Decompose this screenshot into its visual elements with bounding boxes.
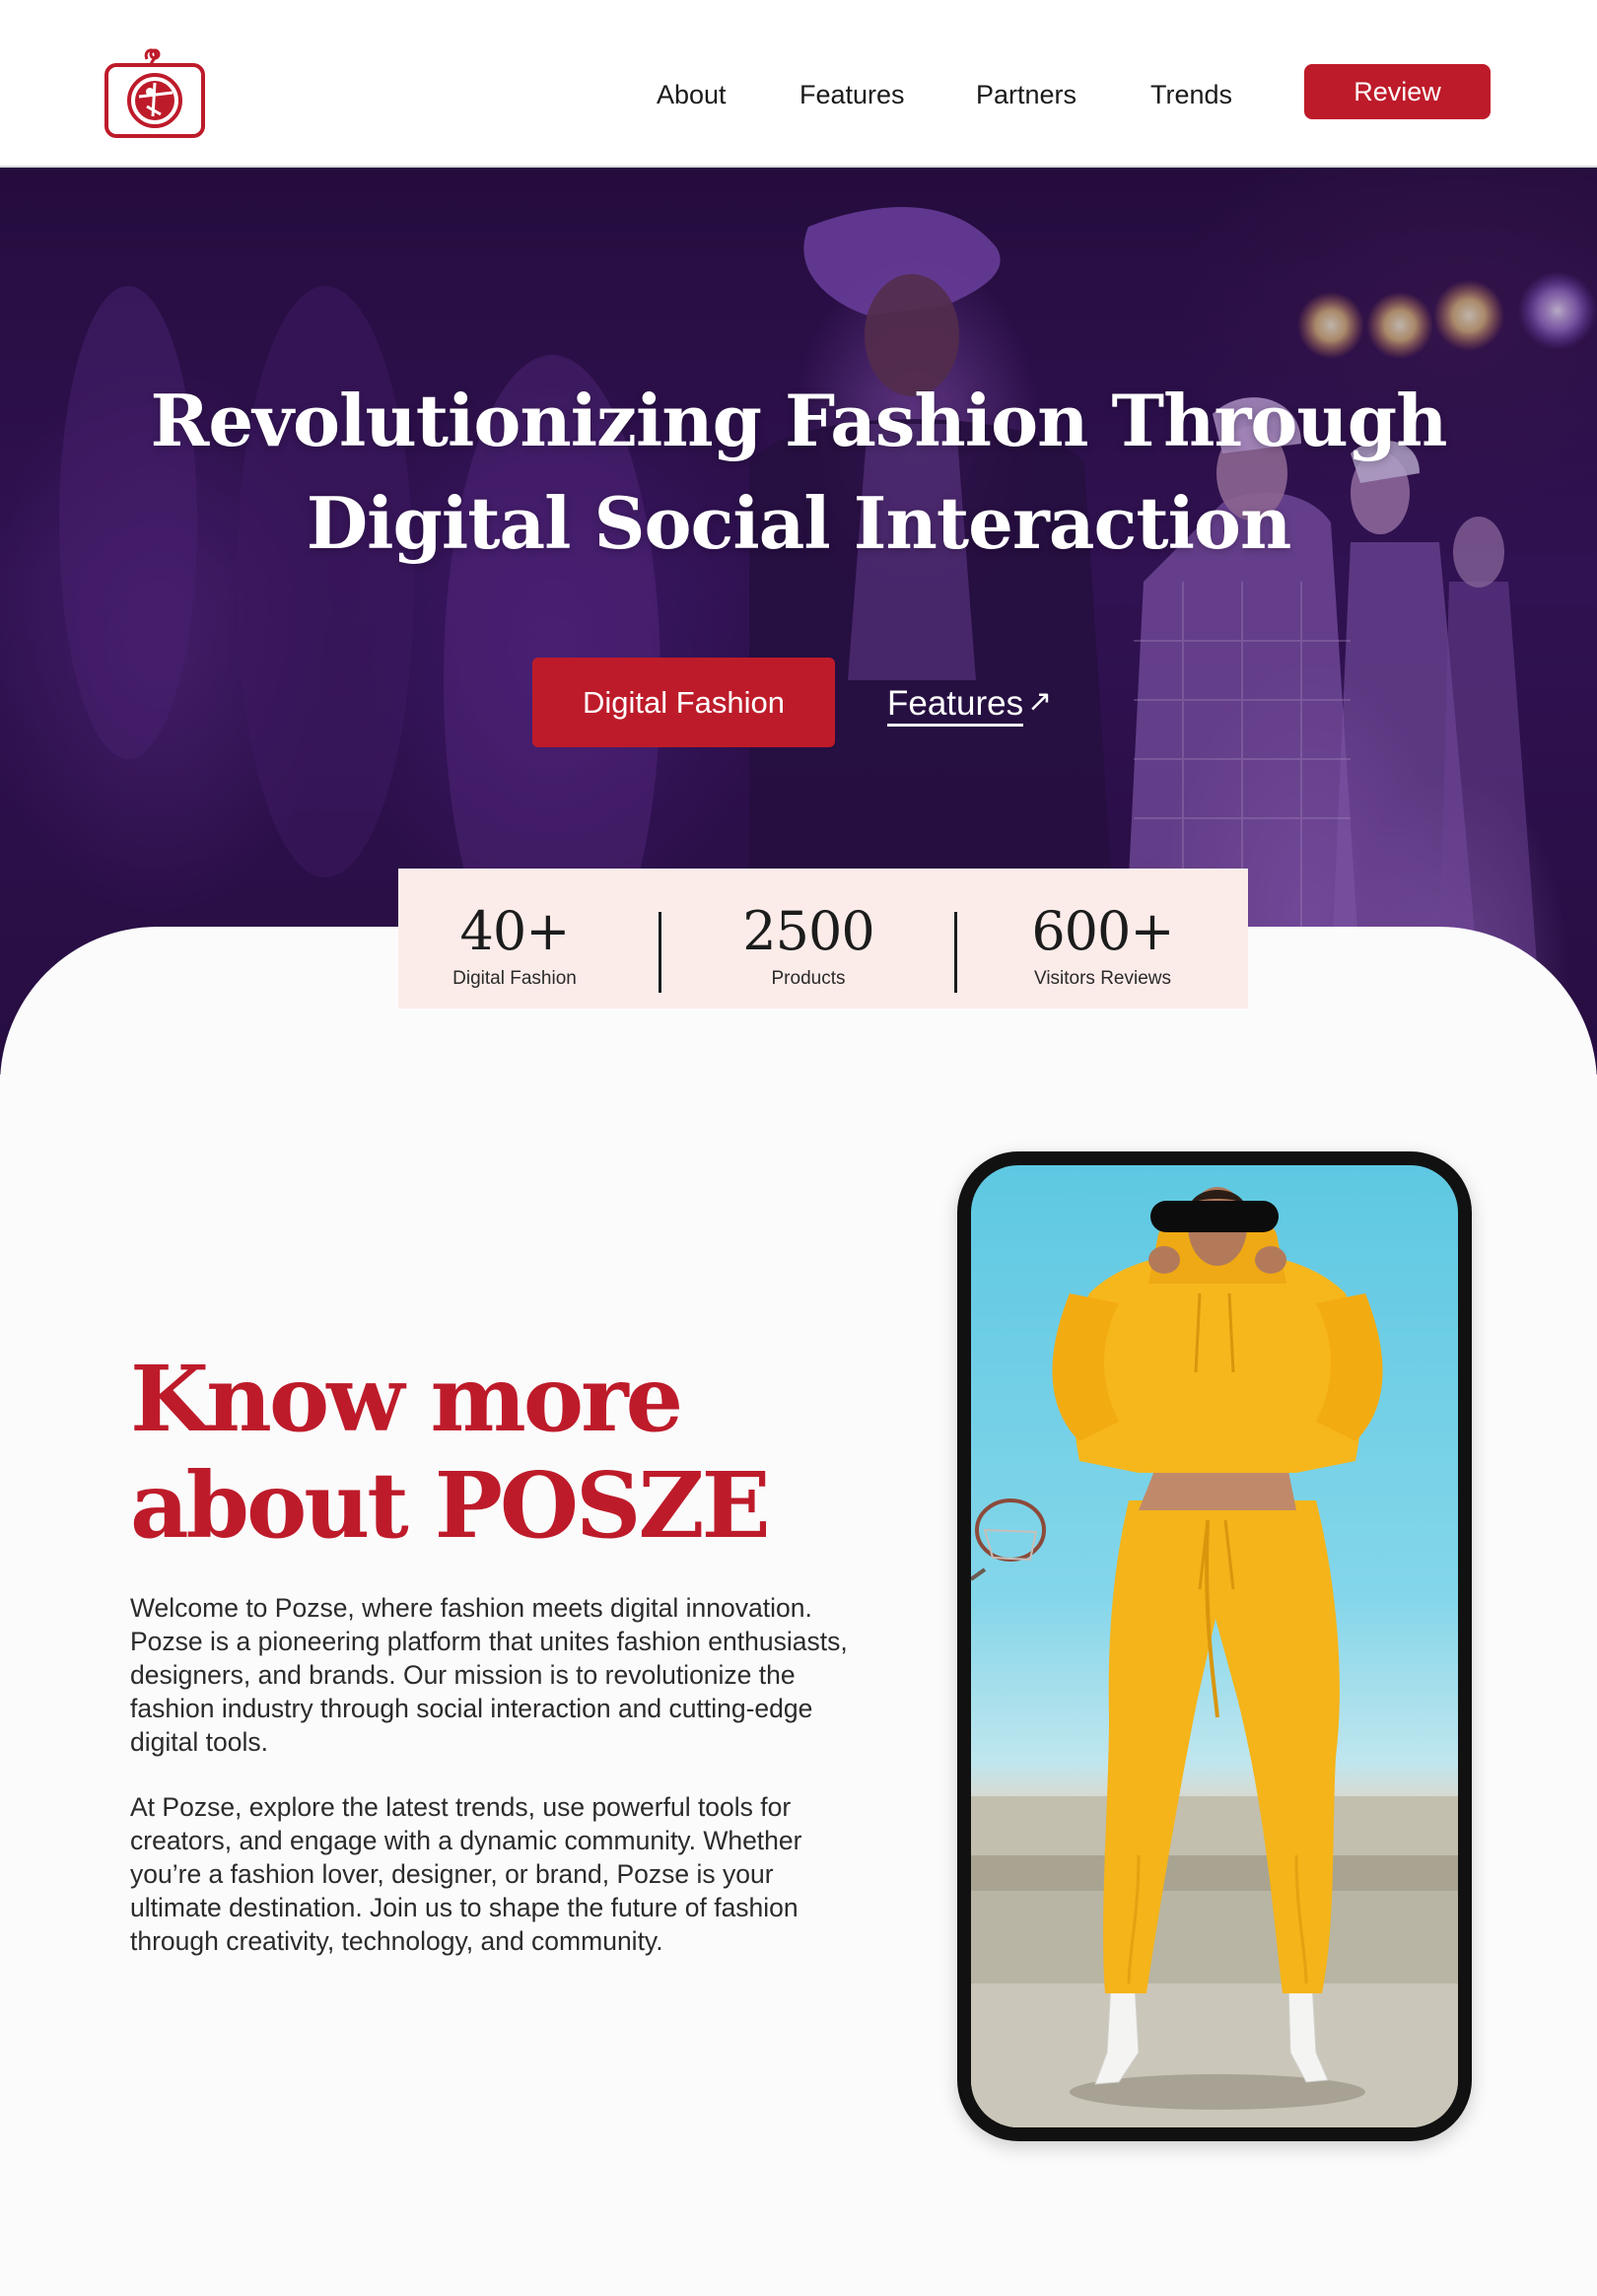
stat-label: Products [771, 968, 846, 989]
nav-link-about[interactable]: About [657, 75, 727, 114]
stat-digital-fashion: 40+ Digital Fashion [398, 869, 631, 1009]
nav-link-partners[interactable]: Partners [976, 75, 1076, 114]
review-button[interactable]: Review [1304, 64, 1491, 119]
stat-products: 2500 Products [662, 869, 954, 1009]
stats-bar: 40+ Digital Fashion 2500 Products 600+ V… [398, 869, 1248, 1009]
stat-value: 600+ [1031, 900, 1174, 962]
stat-visitors-reviews: 600+ Visitors Reviews [957, 869, 1248, 1009]
digital-fashion-button[interactable]: Digital Fashion [532, 658, 835, 747]
phone-screen-image [971, 1165, 1458, 2127]
stat-divider [659, 912, 661, 993]
features-link-label: Features [887, 684, 1024, 727]
nav-link-features[interactable]: Features [799, 75, 905, 114]
stat-label: Visitors Reviews [1033, 968, 1172, 989]
about-paragraph-1: Welcome to Pozse, where fashion meets di… [130, 1593, 848, 1757]
stat-value: 40+ [459, 900, 571, 962]
about-heading-line-2: about POSZE [130, 1452, 771, 1559]
phone-notch [1150, 1201, 1279, 1232]
stat-value: 2500 [742, 900, 874, 962]
stat-label: Digital Fashion [452, 968, 577, 989]
hero-title-line-2: Digital Social Interaction [306, 481, 1292, 565]
phone-mockup [957, 1151, 1472, 2141]
arrow-up-right-icon: ↗ [1027, 685, 1053, 718]
features-link[interactable]: Features ↗ [887, 680, 1052, 730]
about-heading: Know more about POSZE [130, 1346, 820, 1559]
model-photo [971, 1187, 1458, 2127]
site-header: About Features Partners Trends Review [0, 0, 1597, 168]
nav-link-trends[interactable]: Trends [1150, 75, 1232, 114]
hero-title-line-1: Revolutionizing Fashion Through [150, 379, 1448, 462]
about-paragraph-2: At Pozse, explore the latest trends, use… [130, 1792, 802, 1956]
about-heading-line-1: Know more [130, 1346, 683, 1452]
hero-title: Revolutionizing Fashion Through Digital … [0, 370, 1597, 575]
